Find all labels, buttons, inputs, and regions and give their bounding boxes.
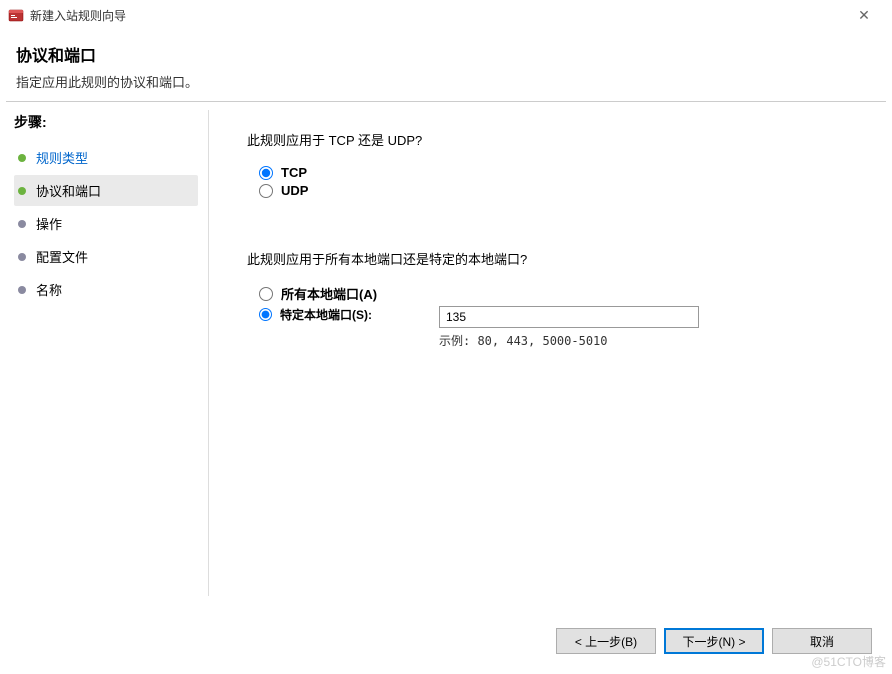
watermark: @51CTO博客 xyxy=(811,653,886,670)
step-protocol-port[interactable]: 协议和端口 xyxy=(14,175,198,206)
bullet-icon xyxy=(18,253,26,261)
radio-tcp-row[interactable]: TCP xyxy=(259,165,862,180)
port-input[interactable] xyxy=(439,306,699,328)
main-content: 此规则应用于 TCP 还是 UDP? TCP UDP 此规则应用于所有本地端口还… xyxy=(209,106,892,596)
step-label: 名称 xyxy=(36,280,62,299)
back-button[interactable]: < 上一步(B) xyxy=(556,628,656,654)
bullet-icon xyxy=(18,187,26,195)
port-hint: 示例: 80, 443, 5000-5010 xyxy=(439,332,862,349)
titlebar: 新建入站规则向导 ✕ xyxy=(0,0,892,30)
question-ports: 此规则应用于所有本地端口还是特定的本地端口? xyxy=(247,249,862,268)
steps-sidebar: 步骤: 规则类型 协议和端口 操作 配置文件 名称 xyxy=(0,106,208,596)
window-title: 新建入站规则向导 xyxy=(30,7,844,24)
step-profile[interactable]: 配置文件 xyxy=(14,241,198,272)
bullet-icon xyxy=(18,220,26,228)
radio-all-ports-label: 所有本地端口(A) xyxy=(281,284,377,303)
wizard-header: 协议和端口 指定应用此规则的协议和端口。 xyxy=(0,30,892,101)
step-action[interactable]: 操作 xyxy=(14,208,198,239)
close-button[interactable]: ✕ xyxy=(844,1,884,29)
radio-udp-label: UDP xyxy=(281,183,308,198)
steps-heading: 步骤: xyxy=(14,112,198,132)
app-icon xyxy=(8,7,24,23)
step-label: 规则类型 xyxy=(36,148,88,167)
header-divider xyxy=(6,101,886,102)
step-rule-type[interactable]: 规则类型 xyxy=(14,142,198,173)
bullet-icon xyxy=(18,286,26,294)
cancel-button[interactable]: 取消 xyxy=(772,628,872,654)
radio-specific-ports-label: 特定本地端口(S): xyxy=(280,306,372,323)
next-button[interactable]: 下一步(N) > xyxy=(664,628,764,654)
radio-all-ports[interactable] xyxy=(259,287,273,301)
question-protocol: 此规则应用于 TCP 还是 UDP? xyxy=(247,130,862,149)
radio-specific-ports-group[interactable]: 特定本地端口(S): xyxy=(259,306,439,323)
step-name[interactable]: 名称 xyxy=(14,274,198,305)
step-label: 协议和端口 xyxy=(36,181,101,200)
radio-specific-ports-row: 特定本地端口(S): 示例: 80, 443, 5000-5010 xyxy=(259,306,862,349)
radio-tcp[interactable] xyxy=(259,166,273,180)
step-label: 操作 xyxy=(36,214,62,233)
radio-udp-row[interactable]: UDP xyxy=(259,183,862,198)
step-label: 配置文件 xyxy=(36,247,88,266)
page-title: 协议和端口 xyxy=(16,42,876,66)
radio-all-ports-row[interactable]: 所有本地端口(A) xyxy=(259,284,862,303)
close-icon: ✕ xyxy=(858,7,870,24)
radio-tcp-label: TCP xyxy=(281,165,307,180)
bullet-icon xyxy=(18,154,26,162)
radio-specific-ports[interactable] xyxy=(259,308,272,321)
wizard-footer: < 上一步(B) 下一步(N) > 取消 xyxy=(556,628,872,654)
wizard-body: 步骤: 规则类型 协议和端口 操作 配置文件 名称 此规则应用于 TCP 还是 … xyxy=(0,106,892,596)
radio-udp[interactable] xyxy=(259,184,273,198)
page-subtitle: 指定应用此规则的协议和端口。 xyxy=(16,72,876,91)
